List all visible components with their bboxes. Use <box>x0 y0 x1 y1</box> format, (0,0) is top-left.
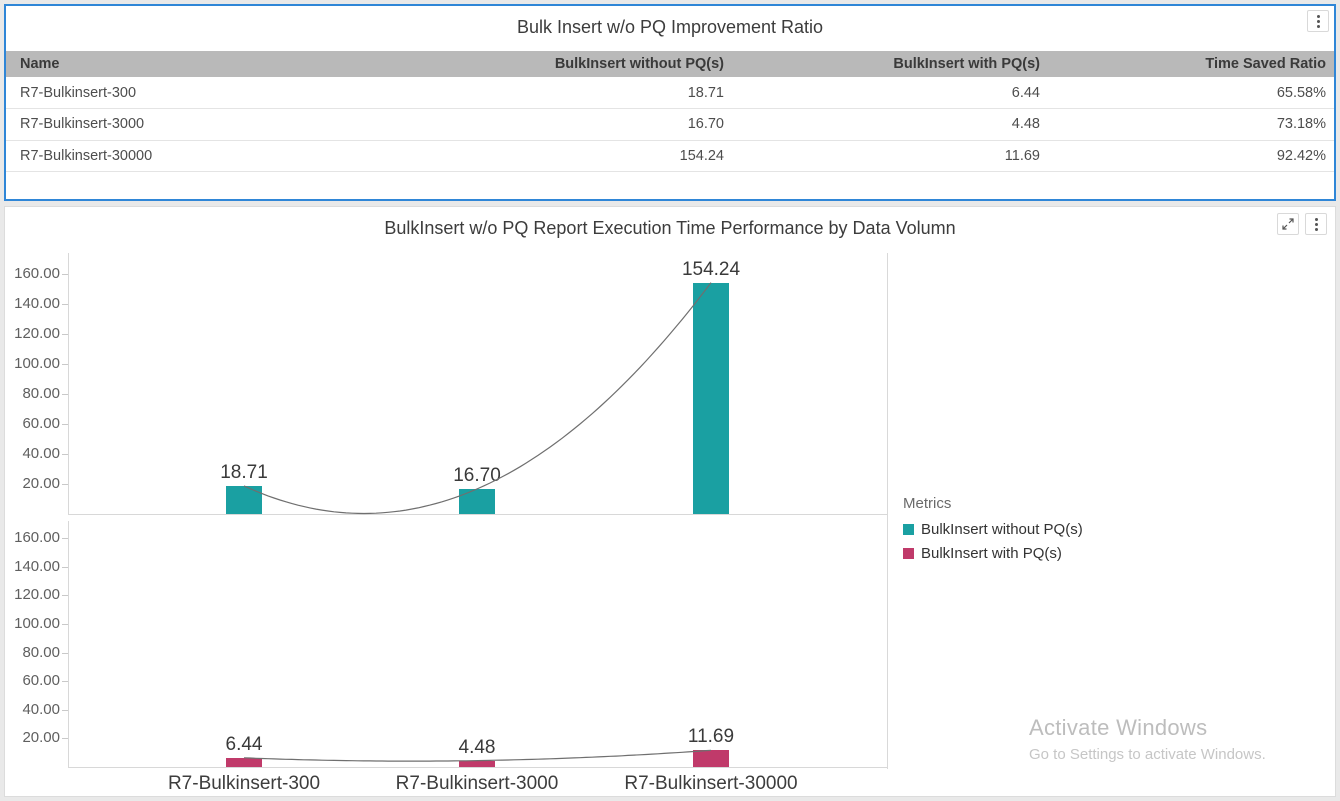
column-header[interactable]: BulkInsert without PQ(s) <box>364 51 728 77</box>
chart-legend: Metrics BulkInsert without PQ(s) BulkInse… <box>903 495 1083 569</box>
bar-R7-Bulkinsert-3000[interactable] <box>459 761 495 767</box>
data-label: 11.69 <box>651 726 771 748</box>
x-axis-line <box>68 514 887 515</box>
y-axis-tick-label: 60.00 <box>5 415 60 433</box>
legend-item[interactable]: BulkInsert without PQ(s) <box>903 521 1083 538</box>
y-axis-tick-label: 140.00 <box>5 558 60 576</box>
y-axis-tick-label: 160.00 <box>5 529 60 547</box>
data-label: 6.44 <box>184 734 304 756</box>
x-axis-line <box>68 767 887 768</box>
x-axis-label: R7-Bulkinsert-300 <box>124 773 364 795</box>
panel-separator-line <box>887 253 888 769</box>
y-axis-tick-label: 80.00 <box>5 385 60 403</box>
y-axis-tick-label: 160.00 <box>5 265 60 283</box>
bar-R7-Bulkinsert-3000[interactable] <box>459 489 495 514</box>
row-value-cell: 6.44 <box>728 77 1044 109</box>
y-axis-tick <box>62 484 68 485</box>
y-axis-line <box>68 253 69 514</box>
y-axis-tick-label: 20.00 <box>5 729 60 747</box>
trendline <box>244 283 711 514</box>
y-axis-tick-label: 100.00 <box>5 615 60 633</box>
row-value-cell: 154.24 <box>364 140 728 172</box>
watermark-line2: Go to Settings to activate Windows. <box>1029 746 1266 763</box>
row-value-cell: 65.58% <box>1044 77 1334 109</box>
y-axis-tick <box>62 595 68 596</box>
windows-activation-watermark: Activate Windows Go to Settings to activ… <box>1029 715 1266 763</box>
y-axis-tick <box>62 274 68 275</box>
focus-mode-button[interactable] <box>1277 213 1299 235</box>
trendline-layer <box>5 207 1337 798</box>
y-axis-tick <box>62 394 68 395</box>
row-value-cell: 18.71 <box>364 77 728 109</box>
column-header[interactable]: Name <box>6 51 364 77</box>
legend-swatch-icon <box>903 524 914 535</box>
kebab-menu-icon <box>1315 223 1318 226</box>
row-value-cell: 16.70 <box>364 109 728 141</box>
table-row[interactable]: R7-Bulkinsert-300016.704.4873.18% <box>6 109 1334 141</box>
legend-label: BulkInsert with PQ(s) <box>921 545 1062 562</box>
y-axis-tick <box>62 364 68 365</box>
chart-plot-area: 20.00 40.00 60.00 80.00 100.00 120.00 140.00 16… <box>5 207 1335 796</box>
watermark-line1: Activate Windows <box>1029 715 1266 741</box>
y-axis-tick-label: 140.00 <box>5 295 60 313</box>
x-axis-label: R7-Bulkinsert-3000 <box>357 773 597 795</box>
table-header-row: NameBulkInsert without PQ(s)BulkInsert w… <box>6 51 1334 77</box>
row-value-cell: 92.42% <box>1044 140 1334 172</box>
legend-label: BulkInsert without PQ(s) <box>921 521 1083 538</box>
y-axis-tick-label: 40.00 <box>5 445 60 463</box>
y-axis-tick-label: 120.00 <box>5 586 60 604</box>
kebab-menu-icon <box>1317 20 1320 23</box>
y-axis-tick <box>62 454 68 455</box>
improvement-ratio-table: NameBulkInsert without PQ(s)BulkInsert w… <box>6 51 1334 172</box>
chart-title: BulkInsert w/o PQ Report Execution Time … <box>5 207 1335 239</box>
y-axis-tick-label: 80.00 <box>5 644 60 662</box>
column-header[interactable]: BulkInsert with PQ(s) <box>728 51 1044 77</box>
y-axis-tick <box>62 334 68 335</box>
y-axis-tick <box>62 653 68 654</box>
y-axis-line <box>68 521 69 767</box>
row-value-cell: 11.69 <box>728 140 1044 172</box>
y-axis-tick <box>62 538 68 539</box>
legend-title: Metrics <box>903 495 1083 512</box>
bar-R7-Bulkinsert-30000[interactable] <box>693 750 729 767</box>
y-axis-tick-label: 60.00 <box>5 672 60 690</box>
legend-swatch-icon <box>903 548 914 559</box>
chart-visual-card[interactable]: BulkInsert w/o PQ Report Execution Time … <box>4 206 1336 797</box>
legend-item[interactable]: BulkInsert with PQ(s) <box>903 545 1083 562</box>
column-header[interactable]: Time Saved Ratio <box>1044 51 1334 77</box>
y-axis-tick <box>62 710 68 711</box>
visual-actions <box>1277 213 1327 235</box>
expand-icon <box>1282 218 1294 230</box>
y-axis-tick-label: 20.00 <box>5 475 60 493</box>
row-name-cell: R7-Bulkinsert-30000 <box>6 140 364 172</box>
row-value-cell: 73.18% <box>1044 109 1334 141</box>
y-axis-tick <box>62 567 68 568</box>
table-row[interactable]: R7-Bulkinsert-30018.716.4465.58% <box>6 77 1334 109</box>
y-axis-tick-label: 120.00 <box>5 325 60 343</box>
more-options-button[interactable] <box>1307 10 1329 32</box>
y-axis-tick <box>62 738 68 739</box>
table-title: Bulk Insert w/o PQ Improvement Ratio <box>6 6 1334 38</box>
bar-R7-Bulkinsert-300[interactable] <box>226 758 262 767</box>
more-options-button[interactable] <box>1305 213 1327 235</box>
y-axis-tick <box>62 424 68 425</box>
row-value-cell: 4.48 <box>728 109 1044 141</box>
row-name-cell: R7-Bulkinsert-3000 <box>6 109 364 141</box>
table-row[interactable]: R7-Bulkinsert-30000154.2411.6992.42% <box>6 140 1334 172</box>
bar-R7-Bulkinsert-30000[interactable] <box>693 283 729 514</box>
data-label: 16.70 <box>417 465 537 487</box>
y-axis-tick-label: 100.00 <box>5 355 60 373</box>
y-axis-tick-label: 40.00 <box>5 701 60 719</box>
x-axis-label: R7-Bulkinsert-30000 <box>591 773 831 795</box>
y-axis-tick <box>62 304 68 305</box>
y-axis-tick <box>62 681 68 682</box>
row-name-cell: R7-Bulkinsert-300 <box>6 77 364 109</box>
y-axis-tick <box>62 624 68 625</box>
trendline <box>244 750 711 761</box>
bar-R7-Bulkinsert-300[interactable] <box>226 486 262 514</box>
data-label: 18.71 <box>184 462 304 484</box>
data-label: 154.24 <box>651 259 771 281</box>
data-label: 4.48 <box>417 737 537 759</box>
table-visual-card[interactable]: Bulk Insert w/o PQ Improvement Ratio Nam… <box>4 4 1336 201</box>
